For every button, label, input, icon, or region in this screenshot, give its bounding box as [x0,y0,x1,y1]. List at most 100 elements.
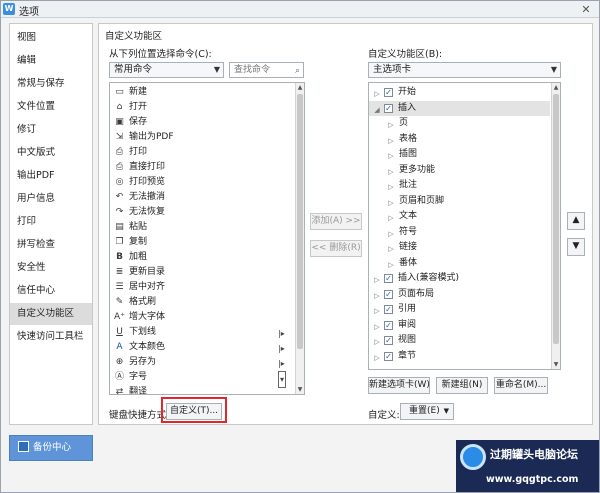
close-icon[interactable]: ✕ [575,1,597,18]
command-list[interactable]: ▲ ▼ ▭ 新建 ⌂ 打开 ▣ 保存 ⇲ 输出为PDF ⎙ 打印 ⎙ 直接打印 ◎ 打印预览 ↶ 无法撤消 ↷ 无… [109,82,305,395]
wps-app-icon: W [3,3,15,15]
sidebar-item[interactable]: 快速访问工具栏 [10,326,92,348]
sidebar-item[interactable]: 中文版式 [10,142,92,164]
ribbon-group-node[interactable]: ▷ 文本 [369,209,550,224]
sidebar-item[interactable]: 安全性 [10,257,92,279]
command-label: 新建 [129,87,148,97]
checkbox[interactable]: ✓ [384,274,393,283]
open-folder-icon: ⌂ [116,102,123,112]
ribbon-tab-node[interactable]: ▷ ✓ 插入(兼容模式) [369,271,550,286]
command-item[interactable]: ▭ 新建 [110,85,294,100]
ribbon-tab-node[interactable]: ▷ ✓ 开始 [369,85,550,100]
sidebar-item[interactable]: 常规与保存 [10,73,92,95]
command-item[interactable]: ▣ 保存 [110,115,294,130]
new-group-button[interactable]: 新建组(N) [436,377,488,394]
ribbon-tree[interactable]: ▲ ▼ ▷ ✓ 开始 ◢ ✓ 插入 ▷ 页 ▷ 表格 ▷ 插图 ▷ 更多功能 ▷ 批注 ▷ 页眉和页脚 ▷ 文本 ▷ 符号… [368,82,561,370]
sidebar-item[interactable]: 文件位置 [10,96,92,118]
command-item[interactable]: ⊕ 另存为 |▸ [110,355,294,370]
backup-icon [18,441,29,452]
rename-button[interactable]: 重命名(M)... [494,377,548,394]
command-item[interactable]: B 加粗 [110,250,294,265]
ribbon-group-node[interactable]: ▷ 插图 [369,147,550,162]
choose-commands-label: 从下列位置选择命令(C): [109,49,212,60]
sidebar-item[interactable]: 编辑 [10,50,92,72]
command-item[interactable]: ↷ 无法恢复 [110,205,294,220]
font-size-icon: Ⓐ [114,372,124,382]
command-item[interactable]: ⎙ 打印 [110,145,294,160]
reset-dropdown-button[interactable]: 重置(E) ▼ [400,403,454,420]
move-up-button[interactable]: ▲ [567,212,585,230]
sidebar-item[interactable]: 视图 [10,27,92,49]
command-item[interactable]: ⇄ 翻译 [110,385,294,394]
scrollbar-thumb[interactable] [297,94,303,349]
command-item[interactable]: ✎ 格式刷 [110,295,294,310]
sidebar-item[interactable]: 信任中心 [10,280,92,302]
command-list-scrollbar[interactable]: ▲ ▼ [295,83,304,394]
ribbon-tab-node[interactable]: ◢ ✓ 插入 [369,100,550,116]
ribbon-group-node[interactable]: ▷ 链接 [369,240,550,255]
sidebar-item[interactable]: 打印 [10,211,92,233]
direct-print-icon: ⎙ [115,162,124,172]
command-item[interactable]: ☰ 居中对齐 [110,280,294,295]
command-item[interactable]: A 文本颜色 |▸ [110,340,294,355]
ribbon-tree-scrollbar[interactable]: ▲ ▼ [551,83,560,369]
command-item[interactable]: A⁺ 增大字体 [110,310,294,325]
command-item[interactable]: ▤ 粘贴 [110,220,294,235]
move-down-button[interactable]: ▼ [567,238,585,256]
backup-center-button[interactable]: 备份中心 [9,435,93,461]
highlight-box [161,397,227,423]
ribbon-group-node[interactable]: ▷ 符号 [369,225,550,240]
sidebar-item[interactable]: 拼写检查 [10,234,92,256]
command-item[interactable]: ◎ 打印预览 [110,175,294,190]
ribbon-tab-node[interactable]: ▷ ✓ 章节 [369,349,550,364]
sidebar-item[interactable]: 修订 [10,119,92,141]
checkbox[interactable]: ✓ [384,88,393,97]
checkbox[interactable]: ✓ [384,103,393,113]
command-item[interactable]: ≣ 更新目录 [110,265,294,280]
expand-icon[interactable]: ▷ [373,351,381,366]
sidebar-item[interactable]: 用户信息 [10,188,92,210]
checkbox[interactable]: ✓ [384,320,393,330]
scroll-down-icon[interactable]: ▼ [296,385,304,394]
ribbon-group-node[interactable]: ▷ 页 [369,116,550,131]
underline-icon: U [116,327,123,337]
scroll-up-icon[interactable]: ▲ [296,83,304,92]
ribbon-group-node[interactable]: ▷ 页眉和页脚 [369,194,550,209]
node-label: 章节 [398,350,417,361]
checkbox[interactable]: ✓ [384,305,393,314]
command-search-box[interactable]: ⌕ [229,62,304,78]
command-item[interactable]: ⇲ 输出为PDF [110,130,294,145]
command-item[interactable]: Ⓐ 字号 ▾ [110,370,294,388]
scrollbar-thumb[interactable] [553,94,559,344]
ribbon-tab-node[interactable]: ▷ ✓ 审阅 [369,318,550,333]
sidebar-item[interactable]: 自定义功能区 [10,303,92,325]
scroll-down-icon[interactable]: ▼ [552,360,560,369]
command-item[interactable]: ⌂ 打开 [110,100,294,115]
command-item[interactable]: U 下划线 |▸ [110,325,294,340]
ribbon-group-node[interactable]: ▷ 表格 [369,132,550,147]
command-item[interactable]: ⎙ 直接打印 [110,160,294,175]
checkbox[interactable]: ✓ [384,289,393,299]
ribbon-group-node[interactable]: ▷ 番体 [369,256,550,271]
ribbon-group-node[interactable]: ▷ 更多功能 [369,163,550,178]
command-item[interactable]: ↶ 无法撤消 [110,190,294,205]
ribbon-tab-node[interactable]: ▷ ✓ 视图 [369,333,550,348]
remove-button[interactable]: << 删除(R) [310,240,362,257]
options-sidebar: 视图 编辑 常规与保存 文件位置 修订 中文版式 输出PDF 用户信息 打印 拼写检查 安全性 信任中… [9,23,93,425]
scroll-up-icon[interactable]: ▲ [552,83,560,92]
command-label: 打印 [129,147,148,157]
ribbon-tab-node[interactable]: ▷ ✓ 页面布局 [369,287,550,302]
ribbon-group-node[interactable]: ▷ 批注 [369,178,550,193]
ribbon-tabs-dropdown[interactable]: 主选项卡 ▼ [368,62,561,78]
new-tab-button[interactable]: 新建选项卡(W) [368,377,430,394]
sidebar-item[interactable]: 输出PDF [10,165,92,187]
ribbon-tabs-value: 主选项卡 [373,64,412,75]
checkbox[interactable]: ✓ [384,336,393,345]
command-item[interactable]: ❐ 复制 [110,235,294,250]
command-source-dropdown[interactable]: 常用命令 ▼ [109,62,224,78]
checkbox[interactable]: ✓ [384,351,393,361]
add-button[interactable]: 添加(A) >> [310,213,362,230]
node-label: 引用 [398,304,417,314]
ribbon-tab-node[interactable]: ▷ ✓ 引用 [369,302,550,317]
command-search-input[interactable] [234,63,303,77]
